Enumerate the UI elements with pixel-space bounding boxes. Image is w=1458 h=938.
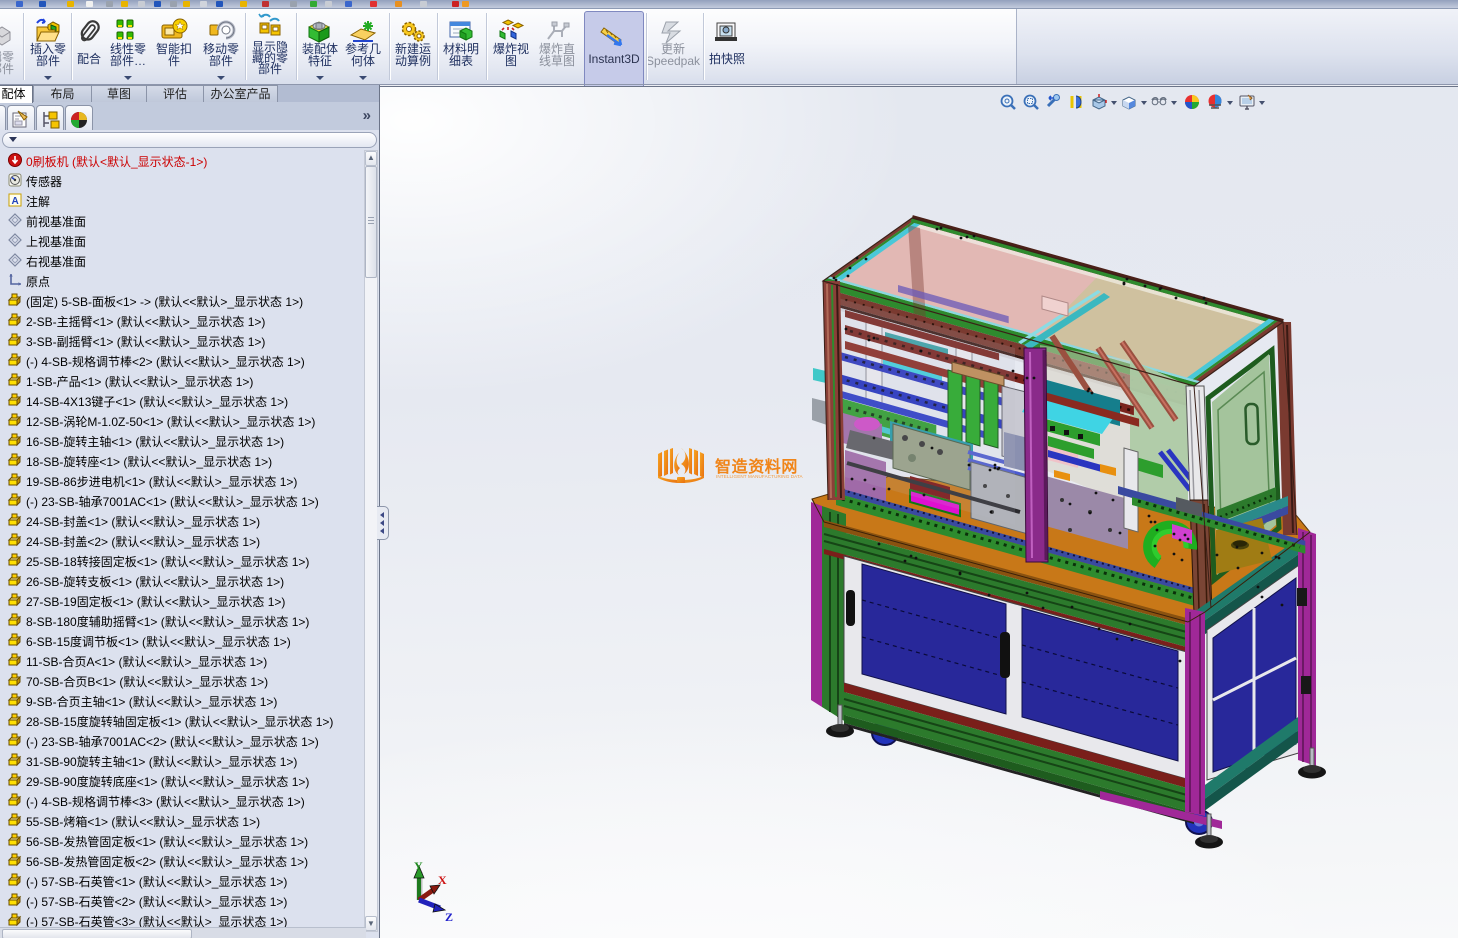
svg-text:A: A [12, 196, 19, 207]
svg-text:Z: Z [445, 910, 453, 922]
svg-text:X: X [438, 873, 447, 887]
svg-text:Y: Y [414, 859, 423, 873]
